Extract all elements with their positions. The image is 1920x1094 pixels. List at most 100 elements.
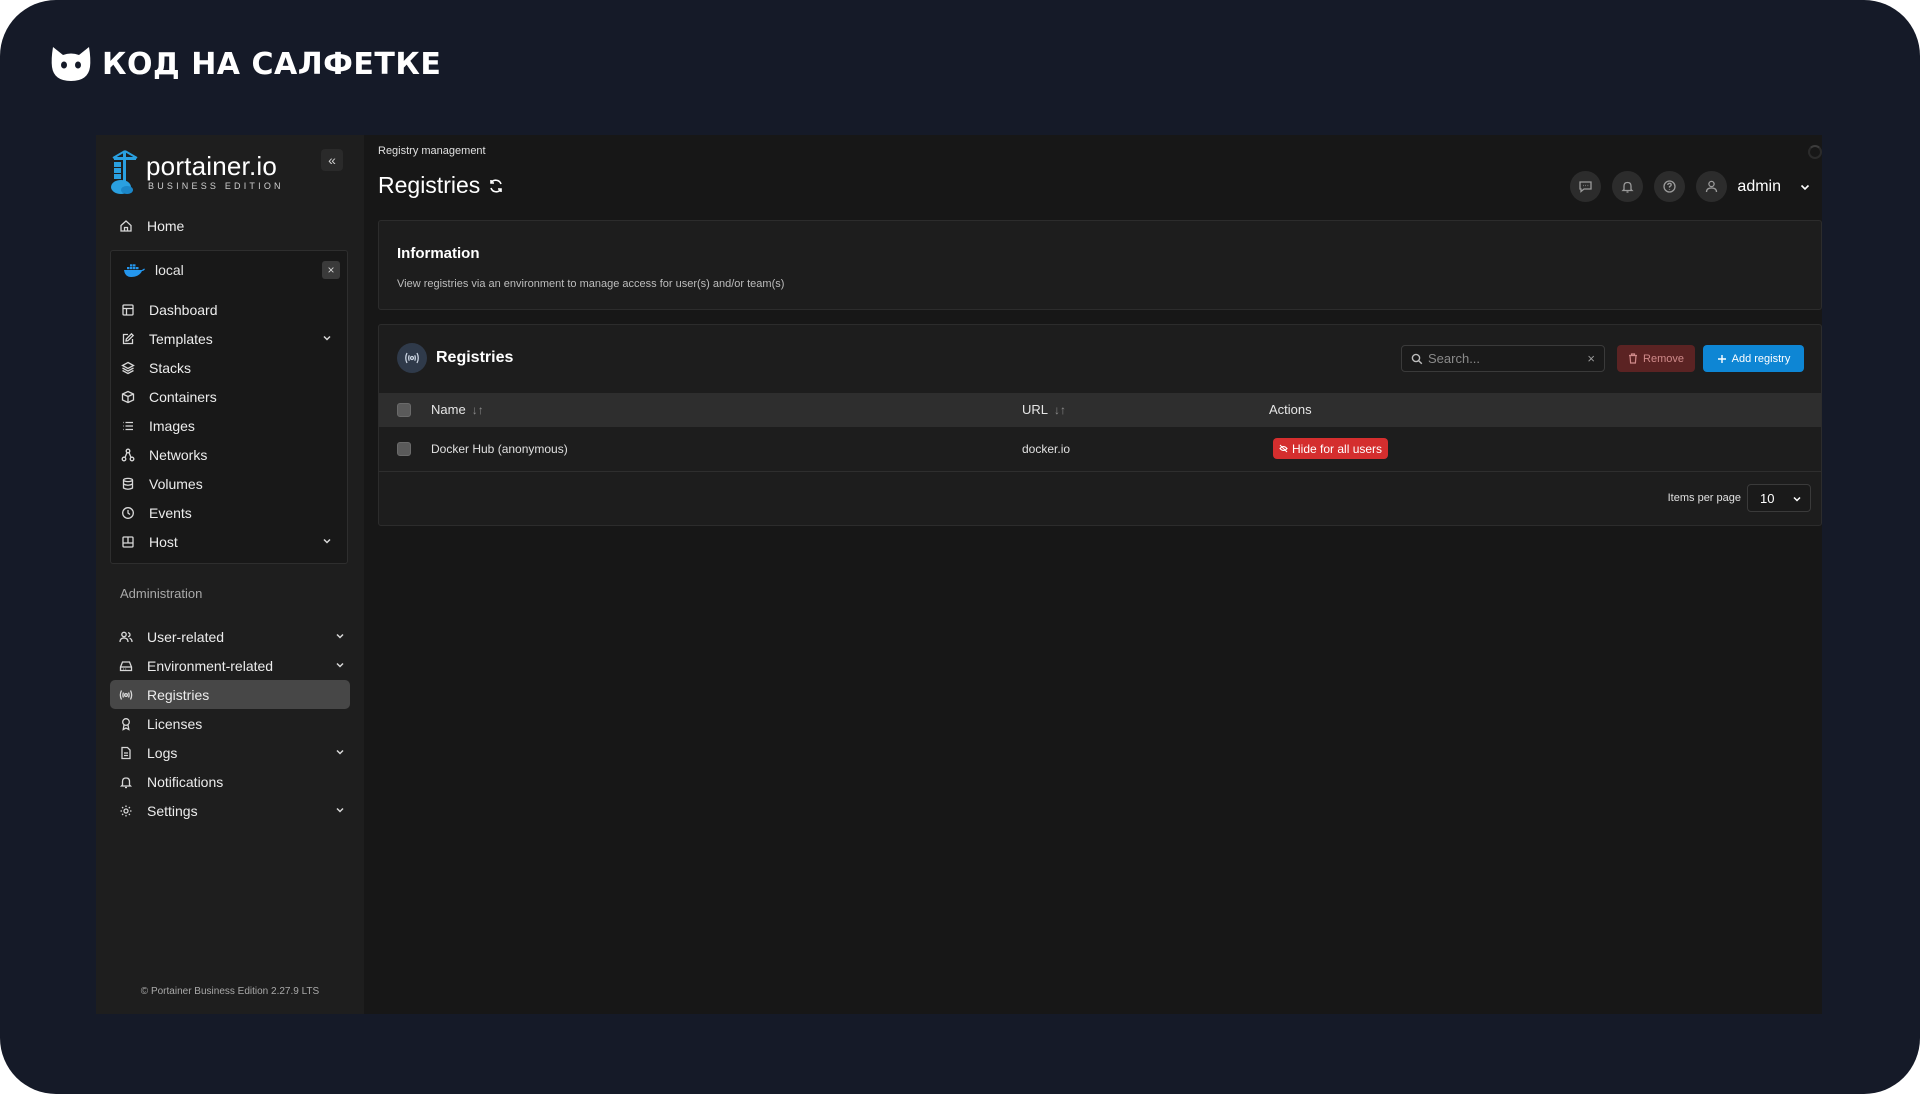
- sidebar-item-user-related[interactable]: User-related: [110, 622, 350, 651]
- remove-label: Remove: [1643, 352, 1684, 365]
- sidebar-item-registries[interactable]: Registries: [110, 680, 350, 709]
- logo-name: portainer.io: [146, 151, 278, 181]
- breadcrumb[interactable]: Registry management: [378, 145, 486, 157]
- sidebar-item-label: Volumes: [149, 475, 203, 492]
- sidebar-item-dashboard[interactable]: Dashboard: [111, 295, 347, 324]
- registries-card-header: Registries × Remove Add registry: [379, 325, 1821, 393]
- sidebar-item-environment-related[interactable]: Environment-related: [110, 651, 350, 680]
- search-box[interactable]: ×: [1401, 345, 1605, 372]
- chevron-down-icon[interactable]: [1798, 180, 1812, 194]
- row-checkbox[interactable]: [397, 442, 411, 456]
- sidebar-item-label: Networks: [149, 446, 208, 463]
- double-chevron-left-icon: «: [328, 152, 336, 168]
- sort-icon: ↓↑: [471, 402, 484, 417]
- sidebar-item-containers[interactable]: Containers: [111, 382, 347, 411]
- page-title: Registries: [378, 172, 504, 199]
- chevron-down-icon: [336, 749, 344, 755]
- sidebar-item-events[interactable]: Events: [111, 498, 347, 527]
- pagination: Items per page 10: [1668, 484, 1811, 512]
- sidebar-item-label: Stacks: [149, 359, 192, 376]
- table-header: Name ↓↑ URL ↓↑ Actions: [379, 393, 1821, 427]
- sidebar-item-host[interactable]: Host: [111, 527, 347, 556]
- column-header-label: Name: [431, 402, 466, 417]
- sidebar-item-label: Notifications: [147, 773, 224, 790]
- sidebar-item-networks[interactable]: Networks: [111, 440, 347, 469]
- clear-search-icon[interactable]: ×: [1587, 351, 1595, 366]
- hide-for-all-users-label: Hide for all users: [1292, 441, 1383, 456]
- registries-header-icon: [397, 343, 427, 373]
- collapse-sidebar-button[interactable]: «: [321, 149, 343, 171]
- environment-name: local: [155, 262, 184, 278]
- database-icon: [122, 477, 134, 490]
- sidebar-item-templates[interactable]: Templates: [111, 324, 347, 353]
- hide-for-all-users-button[interactable]: Hide for all users: [1273, 438, 1389, 459]
- registries-title: Registries: [436, 349, 514, 366]
- sidebar-item-label: Dashboard: [149, 301, 218, 318]
- plus-icon: [1717, 354, 1726, 363]
- sidebar-item-label: Home: [147, 217, 185, 234]
- information-text: View registries via an environment to ma…: [397, 278, 785, 290]
- drive-icon: [119, 660, 133, 671]
- administration-label: Administration: [120, 586, 203, 601]
- layers-icon: [121, 361, 135, 374]
- sidebar-item-home[interactable]: Home: [96, 211, 364, 240]
- sidebar-item-licenses[interactable]: Licenses: [110, 709, 350, 738]
- sidebar-item-notifications[interactable]: Notifications: [110, 767, 350, 796]
- chevron-down-icon: [1793, 496, 1801, 502]
- items-per-page-label: Items per page: [1667, 492, 1741, 504]
- sidebar-item-volumes[interactable]: Volumes: [111, 469, 347, 498]
- user-menu-name[interactable]: admin: [1737, 178, 1781, 196]
- remove-button[interactable]: Remove: [1617, 345, 1695, 372]
- notifications-button[interactable]: [1612, 171, 1644, 202]
- radio-icon: [405, 352, 419, 364]
- sidebar-item-logs[interactable]: Logs: [110, 738, 350, 767]
- box-icon: [121, 390, 135, 403]
- items-per-page-value: 10: [1760, 490, 1775, 506]
- list-icon: [123, 421, 133, 430]
- sidebar-item-label: Templates: [149, 330, 213, 347]
- sidebar-item-label: Containers: [149, 388, 217, 405]
- users-icon: [119, 631, 133, 642]
- trash-icon: [1629, 353, 1638, 364]
- chevron-down-icon: [336, 662, 344, 668]
- close-environment-button[interactable]: ×: [322, 261, 340, 279]
- main-content: Registry management Registries admin Inf…: [364, 135, 1822, 1014]
- sidebar-item-images[interactable]: Images: [111, 411, 347, 440]
- feedback-button[interactable]: [1570, 171, 1602, 202]
- table-row: Docker Hub (anonymous) docker.io Hide fo…: [379, 427, 1821, 472]
- home-icon: [120, 219, 132, 232]
- refresh-icon[interactable]: [488, 178, 504, 194]
- environment-header[interactable]: local: [111, 251, 347, 289]
- help-button[interactable]: [1654, 171, 1686, 202]
- outer-frame: КОД НА САЛФЕТКЕ portainer.io BUSINESS ED…: [0, 0, 1920, 1094]
- sidebar: portainer.io BUSINESS EDITION « Home loc…: [96, 135, 364, 1014]
- add-registry-label: Add registry: [1731, 352, 1791, 365]
- select-all-checkbox[interactable]: [397, 403, 411, 417]
- column-header-name[interactable]: Name ↓↑: [431, 402, 484, 417]
- search-icon: [1411, 353, 1423, 364]
- column-header-url[interactable]: URL ↓↑: [1022, 402, 1066, 417]
- user-icon: [1706, 180, 1718, 193]
- information-card: Information View registries via an envir…: [378, 220, 1822, 310]
- registry-name: Docker Hub (anonymous): [431, 442, 568, 456]
- add-registry-button[interactable]: Add registry: [1703, 345, 1804, 372]
- help-icon: [1663, 180, 1677, 193]
- sidebar-item-label: Environment-related: [147, 657, 274, 674]
- sidebar-item-label: Logs: [147, 744, 178, 761]
- portainer-app: portainer.io BUSINESS EDITION « Home loc…: [96, 135, 1822, 1014]
- sidebar-item-settings[interactable]: Settings: [110, 796, 350, 825]
- radio-icon: [119, 689, 133, 700]
- page-title-text: Registries: [378, 172, 481, 198]
- eye-off-icon: [1279, 444, 1288, 453]
- edit-icon: [122, 332, 135, 344]
- bell-icon: [119, 776, 133, 788]
- network-icon: [121, 448, 135, 461]
- sidebar-item-stacks[interactable]: Stacks: [111, 353, 347, 382]
- top-bar: admin: [1570, 171, 1812, 202]
- search-input[interactable]: [1428, 351, 1578, 366]
- chevron-down-icon: [323, 335, 331, 341]
- bell-icon: [1621, 181, 1634, 193]
- brand-bar: КОД НА САЛФЕТКЕ: [50, 42, 441, 86]
- user-avatar[interactable]: [1696, 171, 1728, 202]
- items-per-page-select[interactable]: 10: [1747, 484, 1811, 512]
